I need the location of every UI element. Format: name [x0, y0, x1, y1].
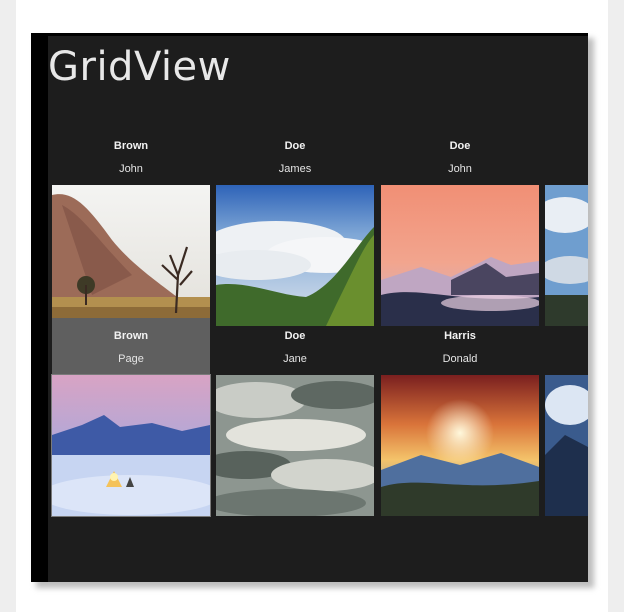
grid-item[interactable]: Harris Donald	[381, 318, 539, 516]
desert-tree-image	[52, 185, 210, 326]
last-name: Doe	[284, 330, 306, 342]
grid-item[interactable]	[545, 318, 588, 516]
grid-item[interactable]: Doe James	[216, 128, 374, 326]
grid-item-header: Doe James	[216, 128, 374, 184]
grid-item-header: Harris Donald	[381, 318, 539, 374]
first-name: Page	[118, 353, 144, 365]
pink-mountain-image	[381, 185, 539, 326]
page-title: GridView	[48, 44, 231, 90]
last-name: Brown	[113, 330, 149, 342]
last-name: Harris	[444, 330, 476, 342]
blue-mountain-image	[545, 375, 588, 516]
first-name: John	[119, 163, 143, 175]
snow-tent-image	[51, 374, 211, 517]
last-name: Brown	[113, 140, 149, 152]
grid-item[interactable]: Doe John	[381, 128, 539, 326]
grid-item[interactable]: Brown John	[52, 128, 210, 326]
grid-item-selected[interactable]: Brown Page	[51, 318, 211, 517]
first-name: Donald	[442, 353, 478, 365]
grid-item[interactable]	[545, 128, 588, 326]
first-name: Jane	[283, 353, 307, 365]
last-name: Doe	[284, 140, 306, 152]
clouds-valley-image	[216, 185, 374, 326]
first-name: John	[448, 163, 472, 175]
grid-item-header: Doe Jane	[216, 318, 374, 374]
last-name: Doe	[449, 140, 471, 152]
stormy-clouds-image	[216, 375, 374, 516]
first-name: James	[278, 163, 312, 175]
sky-clouds-image	[545, 185, 588, 326]
grid-item-header: Brown John	[52, 128, 210, 184]
grid-item-header: Brown Page	[52, 318, 210, 374]
grid-item[interactable]: Doe Jane	[216, 318, 374, 516]
grid-item-header: Doe John	[381, 128, 539, 184]
gridview-app: GridView Brown John Doe James Doe John B…	[48, 36, 588, 582]
sunset-rays-image	[381, 375, 539, 516]
